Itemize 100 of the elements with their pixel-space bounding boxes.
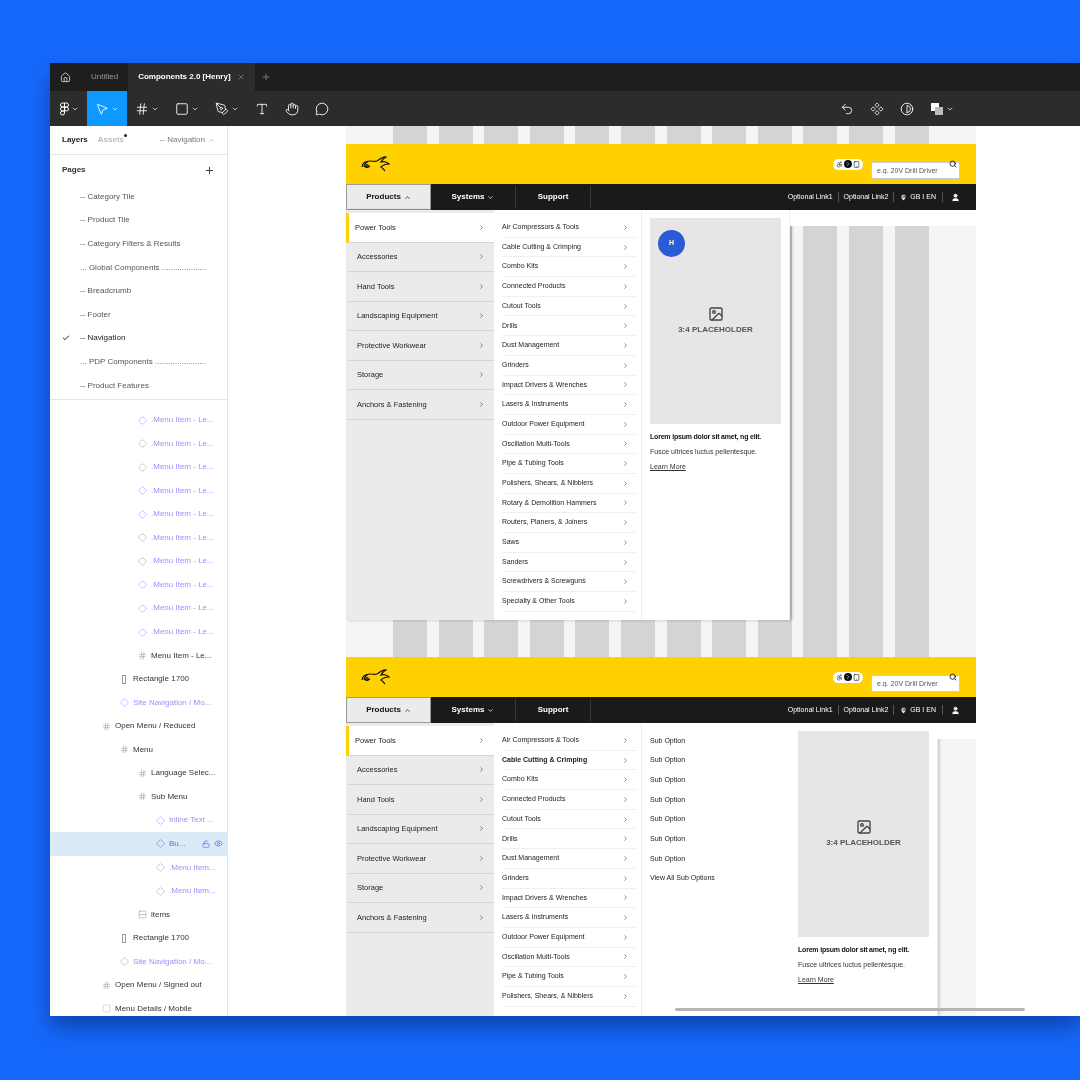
accessibility-pill[interactable]: [833, 158, 863, 170]
layer-row[interactable]: Menu Details / Mobile: [50, 997, 227, 1016]
nav-tab[interactable]: Support: [516, 186, 591, 208]
diamond-icon: [137, 533, 147, 543]
layer-row[interactable]: Open Menu / Signed out: [50, 973, 227, 997]
undo-arrow-icon: [840, 101, 854, 116]
component-icon: [870, 101, 884, 116]
chevron-right-icon: [622, 835, 629, 843]
diamond-icon: [137, 580, 147, 590]
user-icon[interactable]: [951, 705, 960, 715]
chevron-right-icon: [622, 558, 629, 566]
chevron-right-icon: [622, 815, 629, 823]
location-pin-icon: [900, 193, 908, 201]
layer-name: .Menu Item...: [169, 861, 216, 874]
chevron-right-icon: [622, 992, 629, 1000]
close-icon[interactable]: [236, 73, 245, 81]
diamond-icon: [137, 627, 147, 637]
chevron-right-icon: [622, 263, 629, 271]
chevron-right-icon: [622, 519, 629, 527]
accessibility-pill[interactable]: [833, 671, 863, 683]
layer-name: .Menu Item - Le...: [151, 626, 214, 639]
scrollbar[interactable]: [675, 1008, 1025, 1011]
layer-name: .Menu Item - Le...: [151, 508, 214, 521]
panel-tab[interactable]: Layers: [62, 134, 88, 146]
placeholder-label: 3:4 PLACEHOLDER: [826, 837, 901, 849]
layer-row[interactable]: items: [50, 902, 227, 927]
home-icon[interactable]: [60, 71, 71, 83]
comment-icon: [315, 101, 329, 116]
page-item[interactable]: -- Footer: [50, 302, 227, 327]
frame-icon: [137, 768, 147, 778]
file-tab[interactable]: Untitled: [81, 63, 129, 91]
caret-icon: [208, 136, 215, 144]
new-tab-icon[interactable]: [260, 72, 271, 82]
page-item[interactable]: -- Category Filters & Results: [50, 232, 227, 256]
chevron-right-icon: [622, 282, 629, 290]
layer-name: Site Navigation / Mo...: [133, 955, 212, 968]
layer-row[interactable]: Open Menu / Reduced: [50, 714, 227, 738]
chevron-right-icon: [622, 440, 629, 448]
chevron-right-icon: [622, 933, 629, 941]
layer-name: .Menu Item - Le...: [151, 602, 214, 615]
page-item[interactable]: -- Category Tile: [50, 185, 227, 209]
section-icon: [101, 1004, 111, 1014]
chevron-right-icon: [622, 914, 629, 922]
chevron-right-icon: [478, 854, 485, 862]
layer-name: .Menu Item - Le...: [151, 437, 214, 450]
chevron-right-icon: [478, 400, 485, 408]
arrow-circle-icon: [844, 673, 852, 681]
stack-icon: [137, 910, 147, 920]
layer-row[interactable]: Menu Item - Le...: [50, 643, 227, 668]
chevron-right-icon: [478, 884, 485, 892]
layer-name: items: [151, 908, 171, 921]
chevron-right-icon: [622, 597, 629, 605]
layer-row[interactable]: Language Selec...: [50, 761, 227, 786]
layer-name: Menu Item - Le...: [151, 649, 212, 662]
chevron-right-icon: [478, 766, 485, 774]
layer-row[interactable]: Menu: [50, 738, 227, 762]
page-item[interactable]: -- Product Features: [50, 373, 227, 398]
chevron-right-icon: [622, 578, 629, 586]
diamond-icon: [155, 815, 165, 825]
rabbit-logo[interactable]: [360, 155, 392, 173]
nav-tab[interactable]: Products: [346, 697, 431, 723]
nav-tab[interactable]: Systems: [431, 186, 516, 208]
chevron-right-icon: [478, 371, 485, 379]
page-item[interactable]: ... Global Components ....................: [50, 255, 227, 280]
pen-icon: [215, 101, 229, 116]
layer-row[interactable]: Rectangle 1700: [50, 926, 227, 950]
page-item[interactable]: ... PDP Components .......................: [50, 350, 227, 374]
layer-row[interactable]: Sub Menu: [50, 785, 227, 809]
add-page-icon[interactable]: [204, 164, 215, 176]
chevron-right-icon: [478, 736, 485, 744]
page-dropdown[interactable]: -- Navigation: [159, 134, 215, 146]
chevron-right-icon: [622, 479, 629, 487]
page-item[interactable]: -- Breadcrumb: [50, 279, 227, 303]
page-item[interactable]: -- Navigation: [50, 326, 227, 351]
nav-tab[interactable]: Systems: [431, 699, 516, 721]
location-pin-icon: [900, 706, 908, 714]
rectangle-icon: [175, 101, 189, 116]
frame-icon: [137, 792, 147, 802]
file-tab[interactable]: Components 2.0 [Henry]: [128, 63, 255, 91]
page-item[interactable]: -- Product Tile: [50, 208, 227, 233]
nav-tab[interactable]: Products: [346, 184, 431, 210]
chevron-right-icon: [622, 499, 629, 507]
wheelchair-icon: [836, 673, 843, 681]
chevron-right-icon: [478, 341, 485, 349]
nav-tab[interactable]: Support: [516, 699, 591, 721]
rabbit-logo[interactable]: [360, 668, 392, 686]
layer-row[interactable]: Rectangle 1700: [50, 667, 227, 691]
chevron-right-icon: [478, 795, 485, 803]
chevron-right-icon: [622, 776, 629, 784]
chevron-right-icon: [622, 756, 629, 764]
layer-name: Language Selec...: [151, 767, 216, 780]
image-icon: [707, 306, 724, 322]
search-icon: [949, 160, 957, 168]
device-icon: [853, 673, 860, 681]
overlapping-squares-icon: [930, 101, 944, 116]
chevron-right-icon: [622, 874, 629, 882]
chevron-right-icon: [622, 243, 629, 251]
layer-name: .Menu Item - Le...: [151, 461, 214, 474]
layer-name: Open Menu / Reduced: [115, 720, 196, 733]
user-icon[interactable]: [951, 192, 960, 202]
